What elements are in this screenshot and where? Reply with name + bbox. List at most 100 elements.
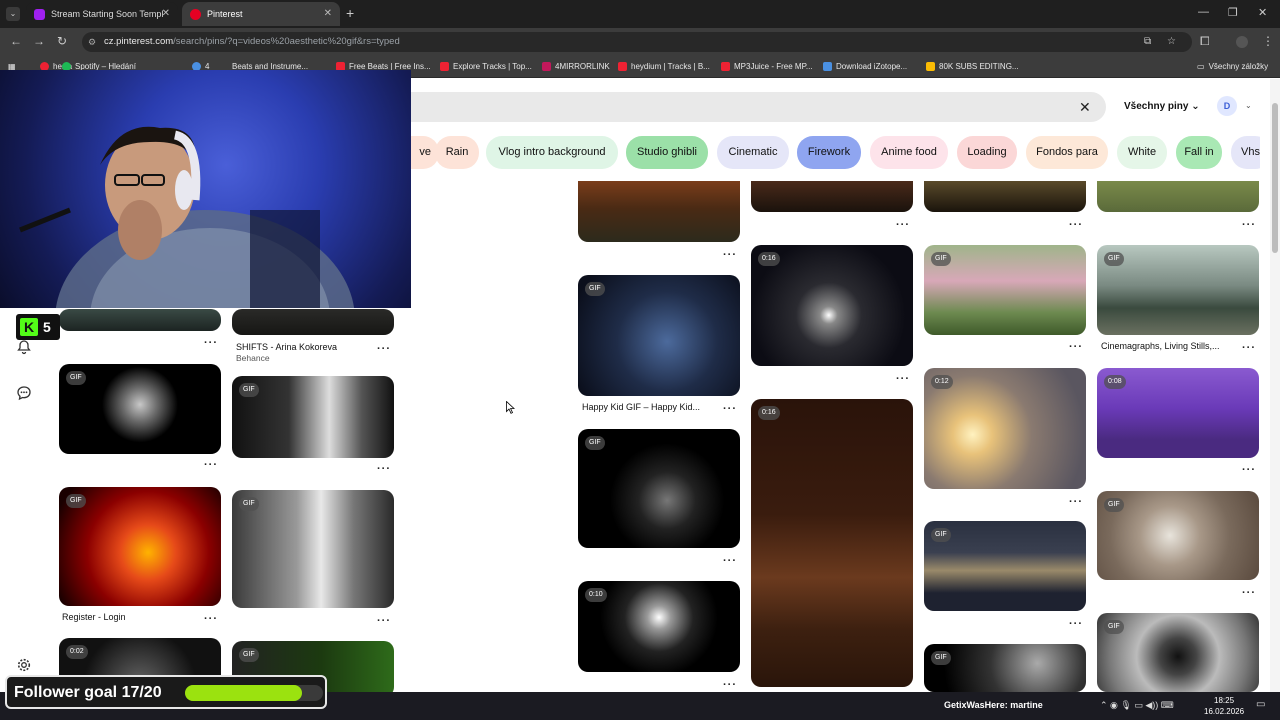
pin-gun[interactable]: GIF — [232, 376, 394, 458]
tab-pinterest[interactable]: Pinterest ✕ — [182, 2, 340, 26]
pin-caption[interactable]: Happy Kid GIF – Happy Kid... — [582, 402, 704, 412]
more-options-button[interactable]: ··· — [377, 463, 391, 475]
tab-search-chevron-icon[interactable]: ⌄ — [6, 7, 20, 21]
pin-sunset-hair[interactable]: 0:12 — [924, 368, 1086, 489]
back-arrow-icon[interactable]: ← — [10, 34, 22, 48]
bookmark-star-icon[interactable]: ☆ — [1167, 36, 1176, 47]
settings-gear-icon[interactable] — [16, 657, 32, 673]
notifications-icon[interactable]: ▭ — [1256, 699, 1265, 710]
pin-filter-dropdown[interactable]: Všechny piny ⌄ — [1124, 101, 1200, 112]
pin-image[interactable] — [924, 181, 1086, 212]
more-options-button[interactable]: ··· — [896, 373, 910, 385]
bookmark-mp3juice[interactable]: MP3Juice - Free MP... — [721, 62, 813, 71]
pin-flowers[interactable]: GIF — [924, 245, 1086, 335]
clock[interactable]: 18:25 16.02.2026 — [1204, 695, 1244, 717]
system-tray-icons[interactable]: ⌃ ◉ 🎙 ▭ ◀)) ⌨ — [1100, 700, 1174, 711]
chip-rain[interactable]: Rain — [435, 136, 479, 169]
bookmark-80k-subs[interactable]: 80K SUBS EDITING... — [926, 62, 1019, 71]
chip-studio-ghibli[interactable]: Studio ghibli — [626, 136, 708, 169]
scrollbar-thumb[interactable] — [1272, 103, 1278, 253]
more-options-button[interactable]: ··· — [723, 555, 737, 567]
more-options-button[interactable]: ··· — [1069, 341, 1083, 353]
chevron-down-icon: ⌄ — [1191, 101, 1200, 112]
more-options-button[interactable]: ··· — [723, 679, 737, 691]
reload-icon[interactable]: ↻ — [57, 34, 67, 48]
pin-image[interactable] — [751, 181, 913, 212]
bookmark-izotope[interactable]: Download iZotope... — [823, 62, 907, 71]
more-options-button[interactable]: ··· — [723, 249, 737, 261]
bell-icon[interactable] — [16, 339, 32, 355]
bookmarks-folder[interactable]: ▭ Všechny záložky — [1197, 62, 1268, 71]
chip-loading[interactable]: Loading — [957, 136, 1017, 169]
more-options-button[interactable]: ··· — [1242, 219, 1256, 231]
pin-sea[interactable]: GIF — [924, 521, 1086, 611]
chip-vlog-intro-background[interactable]: Vlog intro background — [486, 136, 618, 169]
forward-arrow-icon[interactable]: → — [33, 34, 45, 48]
pin-happy-kid[interactable]: GIF — [578, 275, 740, 396]
more-options-button[interactable]: ··· — [896, 219, 910, 231]
pin-image[interactable] — [1097, 181, 1259, 212]
avatar[interactable]: D — [1217, 96, 1237, 116]
install-app-icon[interactable]: ⧉ — [1144, 36, 1151, 47]
clear-search-icon[interactable]: ✕ — [1079, 99, 1091, 116]
pin-caption[interactable]: Cinemagraphs, Living Stills,... — [1101, 341, 1231, 351]
extensions-icon[interactable]: ⧠ — [1200, 34, 1210, 49]
chip-white[interactable]: White — [1117, 136, 1167, 169]
pin-purple-field[interactable]: 0:08 — [1097, 368, 1259, 458]
more-options-button[interactable]: ··· — [723, 403, 737, 415]
chip-cinematic[interactable]: Cinematic — [717, 136, 789, 169]
more-options-button[interactable]: ··· — [377, 615, 391, 627]
pin-night-street[interactable]: 0:16 — [751, 245, 913, 366]
chip-fondos-para[interactable]: Fondos para — [1026, 136, 1108, 169]
site-info-icon[interactable]: ⚙ — [88, 37, 96, 48]
pin-cat[interactable]: GIF — [1097, 491, 1259, 580]
pin-train[interactable]: GIF — [1097, 245, 1259, 335]
more-options-button[interactable]: ··· — [204, 459, 218, 471]
tab-close-icon[interactable]: ✕ — [162, 8, 170, 19]
tab-close-icon[interactable]: ✕ — [324, 8, 332, 19]
account-chevron-icon[interactable]: ⌄ — [1245, 101, 1252, 110]
pin-image[interactable] — [59, 309, 221, 331]
pin-caption[interactable]: Register - Login — [62, 612, 126, 622]
chip-anime-food[interactable]: Anime food — [870, 136, 948, 169]
more-options-button[interactable]: ··· — [1242, 342, 1256, 354]
pin-fire[interactable]: GIF — [59, 487, 221, 606]
pin-sunset-field[interactable] — [578, 181, 740, 242]
new-tab-button[interactable]: + — [346, 6, 354, 20]
more-options-button[interactable]: ··· — [1242, 464, 1256, 476]
profile-avatar[interactable] — [1236, 36, 1248, 48]
more-options-button[interactable]: ··· — [204, 337, 218, 349]
pin-source[interactable]: Behance — [236, 353, 270, 363]
pin-shifts[interactable] — [232, 309, 394, 335]
more-options-button[interactable]: ··· — [1069, 496, 1083, 508]
pin-portrait[interactable]: GIF — [232, 490, 394, 608]
page-scrollbar[interactable] — [1270, 79, 1280, 692]
more-options-button[interactable]: ··· — [204, 613, 218, 625]
address-bar[interactable]: ⚙ cz.pinterest.com/search/pins/?q=videos… — [82, 32, 1192, 52]
pin-anime-silhouette[interactable]: 0:10 — [578, 581, 740, 672]
more-options-button[interactable]: ··· — [1069, 219, 1083, 231]
pin-caption[interactable]: SHIFTS - Arina Kokoreva — [236, 342, 337, 352]
bookmark-heydium[interactable]: heydium | Tracks | B... — [618, 62, 710, 71]
pin-waves[interactable]: 0:16 — [751, 399, 913, 687]
restore-button[interactable]: ❐ — [1228, 6, 1238, 19]
bookmark-explore-tracks[interactable]: Explore Tracks | Top... — [440, 62, 532, 71]
pin-eye[interactable]: GIF — [1097, 613, 1259, 692]
bookmark-4mirrorlink[interactable]: 4MIRRORLINK — [542, 62, 610, 71]
close-window-button[interactable]: ✕ — [1258, 6, 1267, 19]
messages-icon[interactable] — [16, 385, 32, 401]
chip-firework[interactable]: Firework — [797, 136, 861, 169]
more-options-button[interactable]: ··· — [1069, 618, 1083, 630]
more-options-button[interactable]: ··· — [1242, 587, 1256, 599]
pin-blossom[interactable]: GIF — [578, 429, 740, 548]
pin-rose[interactable]: GIF — [59, 364, 221, 454]
chip-fall-in[interactable]: Fall in — [1176, 136, 1222, 169]
tab-stream-template[interactable]: Stream Starting Soon Template ✕ — [26, 2, 178, 26]
pin-dust[interactable]: GIF — [924, 644, 1086, 692]
url-text[interactable]: cz.pinterest.com/search/pins/?q=videos%2… — [104, 36, 400, 47]
browser-menu-icon[interactable]: ⋮ — [1262, 34, 1274, 48]
search-input[interactable] — [360, 92, 1106, 122]
minimize-button[interactable]: — — [1198, 6, 1209, 18]
chip-vhs[interactable]: Vhs — [1231, 136, 1260, 169]
more-options-button[interactable]: ··· — [377, 343, 391, 355]
